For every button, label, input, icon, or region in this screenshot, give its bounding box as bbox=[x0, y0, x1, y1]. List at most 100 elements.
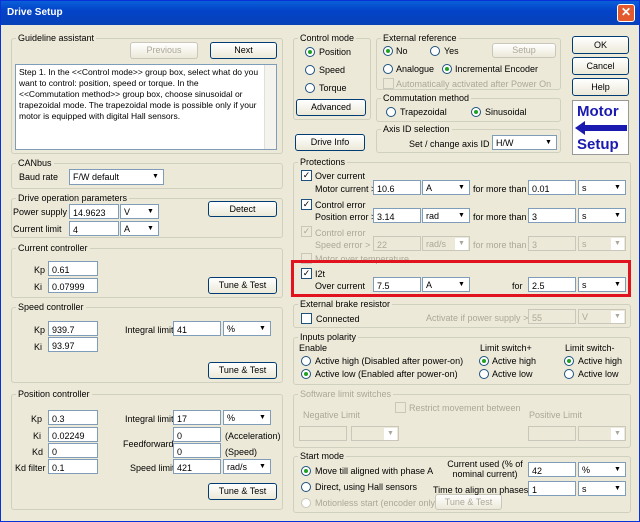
move-aligned-radio[interactable] bbox=[301, 466, 311, 476]
analogue-radio[interactable] bbox=[383, 64, 393, 74]
speed-limit-field[interactable]: 421 bbox=[173, 459, 221, 474]
i2t-time-field[interactable]: 2.5 bbox=[528, 277, 576, 292]
detect-button[interactable]: Detect bbox=[208, 201, 277, 217]
time-align-unit-select[interactable]: s ▼ bbox=[578, 481, 626, 496]
setup-button[interactable]: Setup bbox=[492, 43, 556, 58]
power-unit-select[interactable]: V ▼ bbox=[120, 204, 159, 219]
i2t-time-unit-select[interactable]: s ▼ bbox=[578, 277, 626, 292]
axis-id-select[interactable]: H/W ▼ bbox=[492, 135, 557, 150]
brake-voltage-field[interactable]: 55 bbox=[528, 309, 576, 324]
sinusoidal-label: Sinusoidal bbox=[485, 107, 527, 117]
ok-button[interactable]: OK bbox=[572, 36, 629, 54]
pos-intlim-unit-select[interactable]: % ▼ bbox=[223, 410, 271, 425]
pos-kd-label: Kd bbox=[32, 447, 44, 457]
pos-intlim-field[interactable]: 17 bbox=[173, 410, 221, 425]
ce2-time-field[interactable]: 3 bbox=[528, 236, 576, 251]
limit-plus-low-radio[interactable] bbox=[479, 369, 489, 379]
chevron-down-icon: ▼ bbox=[455, 182, 468, 194]
pos-kp-field[interactable]: 0.3 bbox=[48, 410, 98, 425]
ce2-for-label: for more than bbox=[473, 240, 527, 250]
limit-minus-high-label: Active high bbox=[578, 356, 623, 366]
motor-current-unit-select[interactable]: A ▼ bbox=[422, 180, 470, 195]
current-tune-test-button[interactable]: Tune & Test bbox=[208, 277, 277, 294]
oc-for-label: for more than bbox=[473, 184, 527, 194]
time-align-field[interactable]: 1 bbox=[528, 481, 576, 496]
speed-error-unit-select[interactable]: rad/s ▼ bbox=[422, 236, 470, 251]
current-used-field[interactable]: 42 bbox=[528, 462, 576, 477]
chevron-down-icon: ▼ bbox=[256, 323, 269, 335]
i2t-current-field[interactable]: 7.5 bbox=[373, 277, 421, 292]
ce-time-field[interactable]: 3 bbox=[528, 208, 576, 223]
positive-limit-field[interactable] bbox=[528, 426, 576, 441]
ff-speed-field[interactable]: 0 bbox=[173, 443, 221, 458]
speed-kp-field[interactable]: 939.7 bbox=[48, 321, 98, 336]
speed-error-field[interactable]: 22 bbox=[373, 236, 421, 251]
over-current-checkbox[interactable]: ✓ bbox=[301, 170, 312, 181]
encoder-radio[interactable] bbox=[442, 64, 452, 74]
speed-limit-unit-select[interactable]: rad/s ▼ bbox=[223, 459, 271, 474]
current-controller-label: Current controller bbox=[16, 243, 90, 253]
motionless-start-radio[interactable] bbox=[301, 498, 311, 508]
advanced-button[interactable]: Advanced bbox=[296, 99, 366, 116]
sinusoidal-radio[interactable] bbox=[471, 107, 481, 117]
guideline-scrollbar[interactable] bbox=[264, 65, 276, 149]
chevron-down-icon: ▼ bbox=[611, 483, 624, 495]
enable-active-high-radio[interactable] bbox=[301, 356, 311, 366]
torque-radio[interactable] bbox=[305, 83, 315, 93]
motor-current-field[interactable]: 10.6 bbox=[373, 180, 421, 195]
ext-ref-no-radio[interactable] bbox=[383, 46, 393, 56]
speed-intlim-unit-select[interactable]: % ▼ bbox=[223, 321, 271, 336]
ff-acc-field[interactable]: 0 bbox=[173, 427, 221, 442]
current-limit-field[interactable]: 4 bbox=[69, 221, 119, 236]
chevron-down-icon: ▼ bbox=[611, 428, 624, 440]
next-button[interactable]: Next bbox=[210, 42, 277, 59]
speed-tune-test-button[interactable]: Tune & Test bbox=[208, 362, 277, 379]
current-kp-field[interactable]: 0.61 bbox=[48, 261, 98, 276]
current-unit-select[interactable]: A ▼ bbox=[120, 221, 159, 236]
oc-time-unit-select[interactable]: s ▼ bbox=[578, 180, 626, 195]
trapezoidal-radio[interactable] bbox=[386, 107, 396, 117]
drive-info-button[interactable]: Drive Info bbox=[295, 134, 365, 151]
position-error-unit-select[interactable]: rad ▼ bbox=[422, 208, 470, 223]
pos-kd-field[interactable]: 0 bbox=[48, 443, 98, 458]
ext-ref-yes-radio[interactable] bbox=[430, 46, 440, 56]
brake-connected-checkbox[interactable] bbox=[301, 313, 312, 324]
enable-active-low-radio[interactable] bbox=[301, 369, 311, 379]
power-supply-field[interactable]: 14.9623 bbox=[69, 204, 119, 219]
baud-rate-select[interactable]: F/W default ▼ bbox=[69, 169, 164, 185]
close-icon[interactable]: ✕ bbox=[617, 4, 635, 22]
current-used-unit-select[interactable]: % ▼ bbox=[578, 462, 626, 477]
help-button[interactable]: Help bbox=[572, 78, 629, 96]
limit-minus-low-radio[interactable] bbox=[564, 369, 574, 379]
cancel-button[interactable]: Cancel bbox=[572, 57, 629, 75]
pos-kdf-field[interactable]: 0.1 bbox=[48, 459, 98, 474]
pos-tune-test-button[interactable]: Tune & Test bbox=[208, 483, 277, 500]
ff-acc-label: (Acceleration) bbox=[225, 431, 281, 441]
previous-button[interactable]: Previous bbox=[130, 42, 198, 59]
brake-unit-select[interactable]: V ▼ bbox=[578, 309, 626, 324]
speed-control-error-checkbox[interactable]: ✓ bbox=[301, 226, 312, 237]
negative-limit-unit-select[interactable]: ▼ bbox=[351, 426, 399, 441]
hall-sensors-radio[interactable] bbox=[301, 482, 311, 492]
motor-setup-logo: Motor Setup bbox=[572, 100, 629, 155]
speed-intlim-field[interactable]: 41 bbox=[173, 321, 221, 336]
speed-ki-field[interactable]: 93.97 bbox=[48, 337, 98, 352]
ce2-time-unit-select[interactable]: s ▼ bbox=[578, 236, 626, 251]
i2t-checkbox[interactable]: ✓ bbox=[301, 268, 312, 279]
ce-time-unit-select[interactable]: s ▼ bbox=[578, 208, 626, 223]
limit-minus-high-radio[interactable] bbox=[564, 356, 574, 366]
speed-radio[interactable] bbox=[305, 65, 315, 75]
position-error-field[interactable]: 3.14 bbox=[373, 208, 421, 223]
current-ki-field[interactable]: 0.07999 bbox=[48, 278, 98, 293]
auto-activate-checkbox[interactable] bbox=[383, 78, 394, 89]
start-tune-test-button[interactable]: Tune & Test bbox=[435, 494, 502, 510]
position-radio[interactable] bbox=[305, 47, 315, 57]
restrict-movement-checkbox[interactable] bbox=[395, 402, 406, 413]
positive-limit-unit-select[interactable]: ▼ bbox=[578, 426, 626, 441]
negative-limit-field[interactable] bbox=[299, 426, 347, 441]
control-error-checkbox[interactable]: ✓ bbox=[301, 199, 312, 210]
limit-plus-high-radio[interactable] bbox=[479, 356, 489, 366]
oc-time-field[interactable]: 0.01 bbox=[528, 180, 576, 195]
pos-ki-field[interactable]: 0.02249 bbox=[48, 427, 98, 442]
i2t-unit-select[interactable]: A ▼ bbox=[422, 277, 470, 292]
